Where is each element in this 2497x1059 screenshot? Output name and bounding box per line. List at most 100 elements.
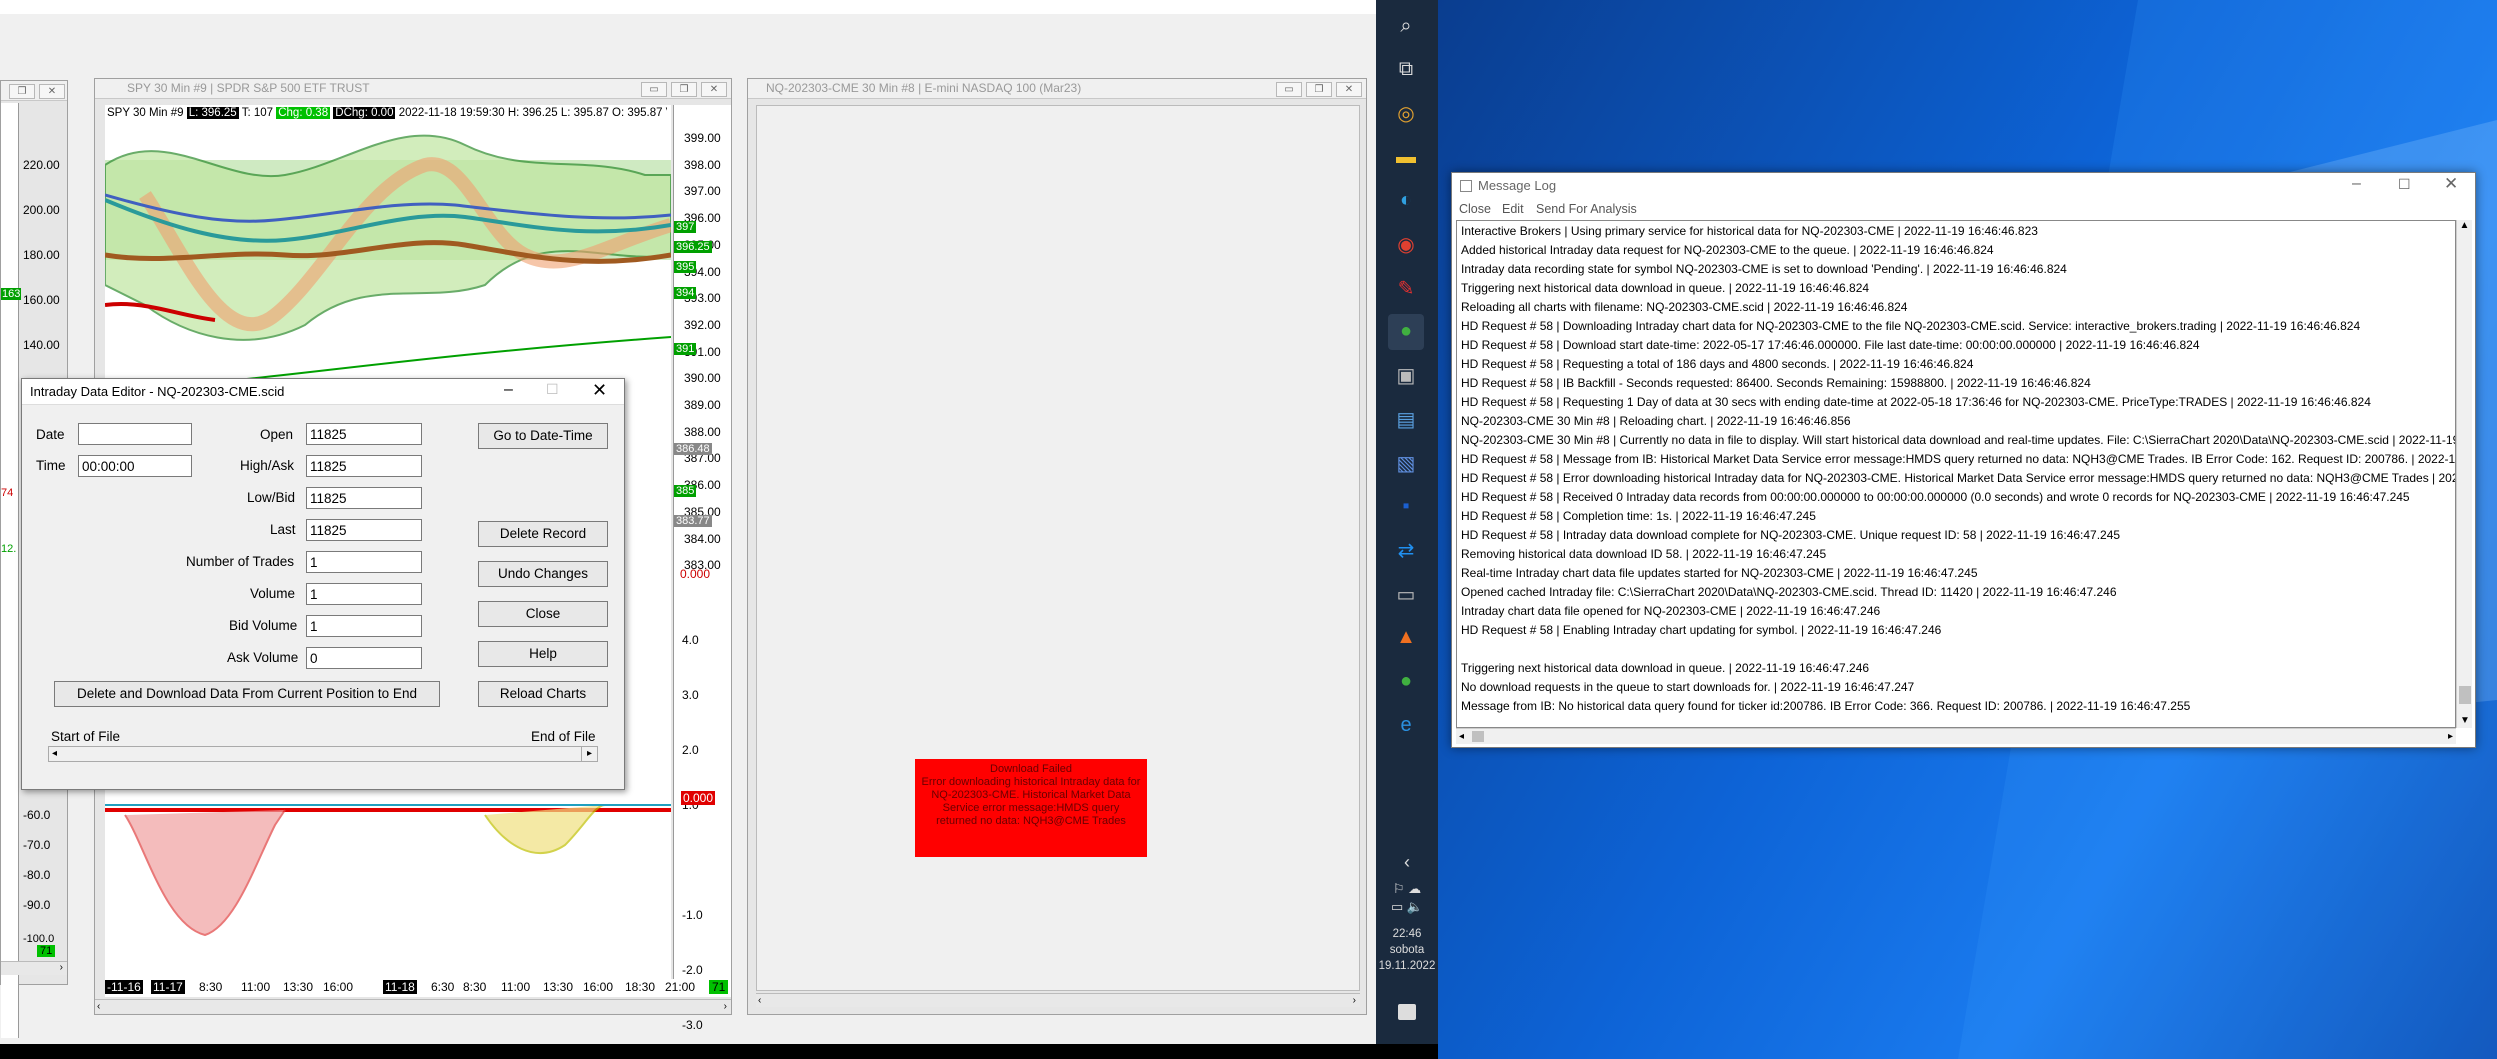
restore-button[interactable]: ❐	[1306, 82, 1332, 97]
spy-scroll-badge: 71	[709, 980, 729, 994]
spy-price-badge: 385	[674, 485, 697, 497]
restore-button[interactable]: ❐	[671, 82, 697, 97]
editor-titlebar[interactable]: Intraday Data Editor - NQ-202303-CME.sci…	[22, 379, 624, 405]
scroll-down-icon[interactable]: ▼	[2457, 715, 2473, 726]
scroll-left-icon[interactable]: ◂	[52, 748, 57, 759]
start-of-file-label: Start of File	[51, 729, 121, 744]
message-log-hscroll[interactable]: ◂ ▸	[1456, 728, 2456, 744]
trades-field[interactable]	[306, 551, 422, 573]
camera-icon[interactable]: ▣	[1388, 358, 1424, 394]
nq-scrollbar[interactable]: ‹ ›	[756, 993, 1360, 1007]
ask-volume-field[interactable]	[306, 647, 422, 669]
scroll-right-icon[interactable]: ▸	[581, 747, 597, 761]
file-position-scrollbar[interactable]: ◂ ▸	[48, 746, 598, 762]
minimize-icon[interactable]: –	[504, 381, 513, 399]
dark-app-icon[interactable]: ▪	[1388, 489, 1424, 525]
scroll-thumb[interactable]	[2459, 686, 2471, 704]
spy-time-label: 11:00	[501, 980, 531, 994]
edge-icon[interactable]: ◐	[1388, 183, 1424, 219]
low-bid-field[interactable]	[306, 487, 422, 509]
date-field[interactable]	[78, 423, 192, 445]
nq-error-title: Download Failed	[990, 763, 1072, 775]
log-line: Opened cached Intraday file: C:\SierraCh…	[1461, 585, 2117, 599]
delete-and-download-button[interactable]: Delete and Download Data From Current Po…	[54, 681, 440, 707]
task-view-icon[interactable]: ⧉	[1388, 52, 1424, 88]
photos-icon[interactable]: ▧	[1388, 445, 1424, 481]
open-field[interactable]	[306, 423, 422, 445]
globe-icon[interactable]: ●	[1388, 313, 1424, 350]
go-to-date-time-button[interactable]: Go to Date-Time	[478, 423, 608, 449]
spy-time-label: 8:30	[199, 980, 223, 994]
menu-edit[interactable]: Edit	[1502, 202, 1524, 216]
message-log-text-area[interactable]: Interactive Brokers | Using primary serv…	[1456, 220, 2456, 728]
maximize-icon[interactable]: ☐	[2398, 176, 2411, 193]
time-field[interactable]	[78, 455, 192, 477]
globe-icon[interactable]: ●	[1388, 664, 1424, 700]
volume-label: Volume	[250, 586, 296, 601]
nq-error-body: Error downloading historical Intraday da…	[921, 776, 1141, 827]
last-field[interactable]	[306, 519, 422, 541]
log-line: NQ-202303-CME 30 Min #8 | Currently no d…	[1461, 433, 2456, 447]
scroll-up-icon[interactable]: ▲	[2457, 220, 2472, 231]
intraday-data-editor-dialog[interactable]: Intraday Data Editor - NQ-202303-CME.sci…	[21, 378, 625, 790]
help-button[interactable]: Help	[478, 641, 608, 667]
close-button[interactable]: ✕	[701, 82, 727, 97]
notepad-icon[interactable]: ▤	[1388, 401, 1424, 437]
high-ask-field[interactable]	[306, 455, 422, 477]
close-button[interactable]: ✕	[39, 84, 65, 99]
reload-charts-button[interactable]: Reload Charts	[478, 681, 608, 707]
spy-header-rest: 2022-11-18 19:59:30 H: 396.25 L: 395.87 …	[398, 107, 667, 119]
undo-changes-button[interactable]: Undo Changes	[478, 561, 608, 587]
spy-scrollbar[interactable]: ‹ ›	[95, 999, 731, 1013]
scroll-right-icon[interactable]: ▸	[2448, 729, 2453, 744]
delete-record-button[interactable]: Delete Record	[478, 521, 608, 547]
message-log-titlebar[interactable]: Message Log – ☐ ✕	[1452, 173, 2475, 199]
file-explorer-icon[interactable]: ▬	[1388, 139, 1424, 175]
avast-icon[interactable]: ▲	[1388, 620, 1424, 656]
spy-chart-titlebar[interactable]: SPY 30 Min #9 | SPDR S&P 500 ETF TRUST ▭…	[95, 79, 731, 99]
nq-chart-window[interactable]: NQ-202303-CME 30 Min #8 | E-mini NASDAQ …	[747, 78, 1367, 1015]
minimize-icon[interactable]: –	[2352, 175, 2361, 193]
clock[interactable]: 22:46 sobota 19.11.2022	[1376, 926, 1438, 974]
spy-envelope	[105, 134, 671, 341]
menu-close[interactable]: Close	[1459, 202, 1491, 216]
message-log-vscroll[interactable]: ▲ ▼	[2456, 220, 2472, 728]
scroll-left-icon[interactable]: ◂	[1459, 731, 1464, 742]
message-log-window[interactable]: Message Log – ☐ ✕ Close Edit Send For An…	[1451, 172, 2476, 748]
close-button[interactable]: ✕	[1336, 82, 1362, 97]
left-chart-scrollbar[interactable]: ›	[1, 961, 67, 975]
pdf-icon[interactable]: ✎	[1388, 270, 1424, 306]
bid-volume-field[interactable]	[306, 615, 422, 637]
log-line: HD Request # 58 | Download start date-ti…	[1461, 338, 2200, 352]
chevron-left-icon[interactable]: ‹	[1376, 852, 1438, 873]
teamviewer-icon[interactable]: ⇄	[1388, 532, 1424, 568]
close-icon[interactable]: ✕	[592, 380, 607, 401]
notification-icon[interactable]	[1398, 1004, 1416, 1020]
search-icon[interactable]: ⌕	[1388, 8, 1424, 44]
nq-chart-pane[interactable]	[756, 105, 1360, 991]
spy-price-tick: 390.00	[684, 371, 721, 386]
scroll-thumb[interactable]	[1472, 731, 1484, 742]
tray-icons[interactable]: ⚐ ☁ ▭ 🔈	[1384, 880, 1430, 916]
minimize-button[interactable]: ▭	[1276, 82, 1302, 97]
close-icon[interactable]: ✕	[2444, 174, 2458, 194]
close-button[interactable]: Close	[478, 601, 608, 627]
left-chart-tick-0: 220.00	[23, 158, 60, 172]
minimize-button[interactable]: ▭	[641, 82, 667, 97]
chrome-dev-icon[interactable]: ◎	[1388, 95, 1424, 131]
spy-header-trades: T: 107	[241, 107, 274, 119]
chrome-icon[interactable]: ◉	[1388, 227, 1424, 263]
nq-chart-titlebar[interactable]: NQ-202303-CME 30 Min #8 | E-mini NASDAQ …	[748, 79, 1366, 99]
network-icon[interactable]: ▭	[1388, 576, 1424, 612]
top-band	[0, 0, 1376, 14]
menu-send-for-analysis[interactable]: Send For Analysis	[1536, 202, 1637, 216]
left-chart-pane[interactable]	[1, 103, 19, 1038]
restore-button[interactable]: ❐	[9, 84, 35, 99]
ie-icon[interactable]: e	[1388, 707, 1424, 743]
volume-field[interactable]	[306, 583, 422, 605]
spy-time-axis[interactable]: -11-16 11-17 8:30 11:00 13:30 16:00 11-1…	[105, 979, 731, 997]
left-chart-titlebar[interactable]: ❐ ✕	[1, 81, 67, 101]
spy-price-scale[interactable]: 399.00398.00397.00396.00395.00394.00393.…	[673, 105, 731, 1032]
maximize-icon[interactable]: ☐	[546, 381, 559, 398]
bottom-strip	[0, 1044, 1438, 1059]
